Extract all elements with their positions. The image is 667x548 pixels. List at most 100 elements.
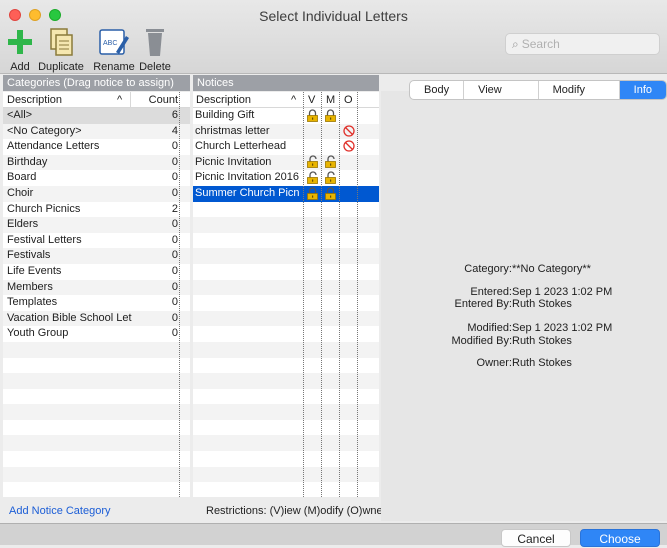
category-name: Attendance Letters (7, 140, 100, 153)
unlocked-icon (304, 155, 321, 171)
table-row (3, 389, 190, 405)
col-description-header[interactable]: Description (7, 92, 62, 108)
table-row[interactable]: Church Picnics 2 (3, 202, 190, 218)
trash-icon (146, 29, 164, 56)
sort-indicator: ^ (117, 94, 123, 106)
category-name: <All> (7, 109, 33, 121)
category-count: 0 (171, 186, 178, 199)
table-row (193, 373, 379, 389)
col-count-header[interactable]: Count (149, 92, 178, 108)
table-row (3, 341, 190, 358)
notice-name: Church Letterhead (195, 140, 287, 153)
table-row (193, 341, 379, 358)
notice-name: christmas letter (195, 124, 270, 137)
category-name: Members (7, 280, 53, 293)
category-name: Board (7, 171, 37, 184)
table-row (193, 451, 379, 467)
col-m-header[interactable]: M (326, 92, 335, 108)
column-divider (130, 92, 131, 107)
add-label: Add (10, 61, 30, 73)
table-row[interactable]: christmas letter (193, 123, 379, 140)
table-row[interactable]: Choir 0 (3, 185, 190, 202)
table-row (193, 420, 379, 436)
tab-view-access[interactable]: View Access (464, 81, 539, 99)
delete-button[interactable]: Delete (138, 26, 172, 73)
column-divider (339, 92, 340, 497)
categories-table[interactable]: Description ^ Count <All> 6 <No Category> 4… (3, 92, 190, 497)
table-row (193, 233, 379, 249)
tab-info[interactable]: Info (619, 81, 666, 99)
add-button[interactable]: Add (8, 26, 32, 73)
table-row[interactable]: Church Letterhead (193, 139, 379, 155)
table-row[interactable]: Building Gift (193, 108, 379, 124)
table-row (3, 404, 190, 420)
categories-rows: <All> 6 <No Category> 4 Attendance Letters 0 B… (3, 108, 190, 497)
column-divider (357, 92, 358, 497)
category-count: 0 (171, 233, 178, 246)
table-row[interactable]: <No Category> 4 (3, 123, 190, 140)
table-row[interactable]: Summer Church Picnic (193, 185, 379, 202)
category-count: 0 (171, 264, 178, 277)
table-row[interactable]: Festivals 0 (3, 248, 190, 264)
owner-value: Ruth Stokes (512, 357, 572, 369)
delete-label: Delete (139, 61, 171, 73)
table-row[interactable]: Attendance Letters 0 (3, 139, 190, 155)
table-row[interactable]: Youth Group 0 (3, 326, 190, 342)
category-count: 0 (171, 296, 178, 309)
table-row (193, 295, 379, 311)
table-row[interactable]: Birthday 0 (3, 154, 190, 171)
category-count: 6 (171, 109, 178, 121)
add-notice-category-link[interactable]: Add Notice Category (9, 505, 111, 517)
choose-button[interactable]: Choose (580, 529, 660, 547)
categories-header: Categories (Drag notice to assign) (3, 75, 190, 91)
col-v-header[interactable]: V (308, 92, 315, 108)
table-row (193, 326, 379, 342)
unlocked-icon (322, 155, 339, 171)
table-row (3, 435, 190, 452)
table-row[interactable]: Elders 0 (3, 217, 190, 233)
notices-table[interactable]: Description ^ V M O Building Gift christm… (193, 92, 379, 497)
prohibited-icon (340, 139, 357, 155)
categories-column-header: Description ^ Count (3, 92, 190, 108)
col-o-header[interactable]: O (344, 92, 353, 108)
table-row[interactable]: Vacation Bible School Let 0 (3, 310, 190, 327)
rename-button[interactable]: ABC Rename (93, 26, 135, 73)
category-name: <No Category> (7, 124, 82, 137)
select-letters-window: Select Individual Letters Add Duplicate … (0, 0, 667, 547)
table-row (193, 264, 379, 280)
svg-text:ABC: ABC (103, 40, 117, 47)
category-name: Templates (7, 296, 58, 309)
category-name: Elders (7, 218, 39, 231)
modified-label: Modified: (467, 322, 512, 334)
table-row[interactable]: Picnic Invitation 2016 (193, 170, 379, 186)
table-row[interactable]: Board 0 (3, 170, 190, 186)
table-row (193, 217, 379, 233)
rename-label: Rename (93, 61, 135, 73)
category-name: Church Picnics (7, 202, 81, 215)
duplicate-label: Duplicate (38, 61, 84, 73)
table-row (193, 279, 379, 296)
cancel-button[interactable]: Cancel (501, 529, 571, 547)
table-row[interactable]: Life Events 0 (3, 264, 190, 280)
col-description-header[interactable]: Description (196, 92, 251, 108)
table-row (193, 310, 379, 327)
table-row (3, 420, 190, 436)
table-row (3, 358, 190, 374)
column-divider (179, 92, 180, 497)
table-row[interactable]: Festival Letters 0 (3, 233, 190, 249)
window-title: Select Individual Letters (259, 8, 408, 24)
table-row (193, 248, 379, 264)
table-row[interactable]: Picnic Invitation (193, 154, 379, 171)
notices-header: Notices (193, 75, 379, 91)
duplicate-button[interactable]: Duplicate (33, 26, 89, 73)
table-row (193, 202, 379, 218)
tab-modify-access[interactable]: Modify Access (539, 81, 620, 99)
search-input[interactable]: ⌕ Search (505, 33, 660, 55)
modified-value: Sep 1 2023 1:02 PM (512, 322, 613, 334)
notice-name: Picnic Invitation (195, 155, 272, 168)
table-row[interactable]: Members 0 (3, 279, 190, 296)
tab-body[interactable]: Body (410, 81, 465, 99)
table-row[interactable]: Templates 0 (3, 295, 190, 311)
table-row (193, 404, 379, 420)
table-row[interactable]: <All> 6 (3, 108, 190, 124)
